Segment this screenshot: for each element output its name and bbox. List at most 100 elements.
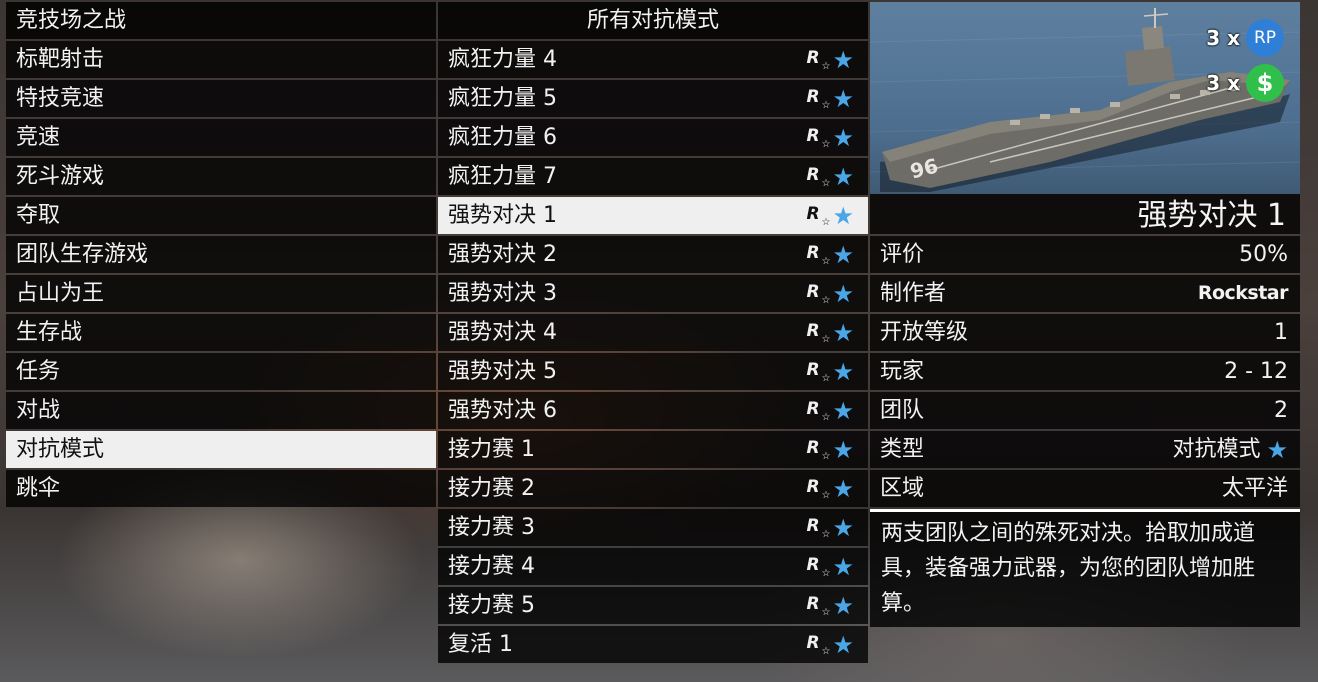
cash-bonus: 3 x $ [1206,64,1284,102]
category-item-team-survival[interactable]: 团队生存游戏 [6,236,436,273]
job-item-selected[interactable]: 强势对决 1 R ☆ ★ [438,197,868,234]
verified-star-icon: ★ [832,475,854,503]
dollar-icon: $ [1246,64,1284,102]
category-item-king-of-the-hill[interactable]: 占山为王 [6,275,436,312]
job-label: 疯狂力量 5 [448,86,557,111]
rockstar-created-icon: R ☆ [806,555,830,579]
job-item[interactable]: 接力赛 4 R ☆ ★ [438,548,868,585]
mini-star-icon: ☆ [821,295,831,306]
detail-value-wrap: 对抗模式 ★ [1172,431,1288,468]
job-icons: R ☆ ★ [806,360,854,384]
rockstar-created-icon: R ☆ [806,594,830,618]
mini-star-icon: ☆ [821,256,831,267]
detail-value: 2 [1274,398,1288,423]
category-item-race[interactable]: 竞速 [6,119,436,156]
job-icons: R ☆ ★ [806,321,854,345]
job-item[interactable]: 接力赛 3 R ☆ ★ [438,509,868,546]
rockstar-r-text: R [806,126,820,146]
detail-row-type: 类型 对抗模式 ★ [870,431,1300,468]
rp-icon: RP [1246,19,1284,57]
rockstar-r-text: R [806,282,820,302]
rockstar-r-text: R [806,477,820,497]
mini-star-icon: ☆ [821,217,831,228]
category-label: 生存战 [16,320,83,345]
rockstar-r-text: R [806,165,820,185]
mini-star-icon: ☆ [821,529,831,540]
category-item-stunt-race[interactable]: 特技竞速 [6,80,436,117]
category-item-adversary-mode[interactable]: 对抗模式 [6,431,436,468]
mini-star-icon: ☆ [821,334,831,345]
job-icons: R ☆ ★ [806,594,854,618]
job-label: 强势对决 4 [448,320,557,345]
category-item-deathmatch[interactable]: 死斗游戏 [6,158,436,195]
job-icons: R ☆ ★ [806,48,854,72]
rockstar-r-text: R [806,48,820,68]
job-item[interactable]: 疯狂力量 4 R ☆ ★ [438,41,868,78]
detail-row-creator: 制作者 Rockstar [870,275,1300,312]
job-icons: R ☆ ★ [806,516,854,540]
verified-star-icon: ★ [832,358,854,386]
job-label: 疯狂力量 6 [448,125,557,150]
category-item-survival[interactable]: 生存战 [6,314,436,351]
job-item[interactable]: 强势对决 4 R ☆ ★ [438,314,868,351]
job-item[interactable]: 疯狂力量 6 R ☆ ★ [438,119,868,156]
job-item[interactable]: 强势对决 5 R ☆ ★ [438,353,868,390]
job-icons: R ☆ ★ [806,438,854,462]
category-item-versus[interactable]: 对战 [6,392,436,429]
mini-star-icon: ☆ [821,61,831,72]
job-label: 接力赛 2 [448,476,535,501]
category-label: 竞速 [16,125,61,150]
mini-star-icon: ☆ [821,100,831,111]
category-label: 任务 [16,359,61,384]
job-label: 强势对决 2 [448,242,557,267]
verified-star-icon: ★ [1266,435,1288,464]
job-item[interactable]: 疯狂力量 5 R ☆ ★ [438,80,868,117]
category-item-arena-war[interactable]: 竞技场之战 [6,2,436,39]
detail-row-area: 区域 太平洋 [870,470,1300,507]
detail-value: 太平洋 [1221,476,1288,501]
mini-star-icon: ☆ [821,490,831,501]
verified-star-icon: ★ [832,436,854,464]
category-item-capture[interactable]: 夺取 [6,197,436,234]
job-item[interactable]: 强势对决 6 R ☆ ★ [438,392,868,429]
job-label: 复活 1 [448,632,513,657]
job-label: 强势对决 5 [448,359,557,384]
category-label: 对战 [16,398,61,423]
rockstar-r-text: R [806,321,820,341]
job-list-header: 所有对抗模式 [438,2,868,39]
category-item-parachuting[interactable]: 跳伞 [6,470,436,507]
rockstar-r-text: R [806,516,820,536]
rockstar-created-icon: R ☆ [806,360,830,384]
detail-key: 类型 [880,437,925,462]
detail-value: 对抗模式 [1172,437,1261,462]
job-icons: R ☆ ★ [806,282,854,306]
rockstar-created-icon: R ☆ [806,516,831,540]
mini-star-icon: ☆ [821,178,831,189]
job-item[interactable]: 疯狂力量 7 R ☆ ★ [438,158,868,195]
category-item-target-shooting[interactable]: 标靶射击 [6,41,436,78]
detail-key: 区域 [880,476,925,501]
job-icons: R ☆ ★ [806,243,854,267]
verified-star-icon: ★ [832,397,854,425]
mini-star-icon: ☆ [821,646,831,657]
category-item-mission[interactable]: 任务 [6,353,436,390]
job-item[interactable]: 强势对决 3 R ☆ ★ [438,275,868,312]
job-label: 强势对决 1 [448,203,557,228]
job-list-title: 所有对抗模式 [586,8,719,33]
job-item[interactable]: 接力赛 1 R ☆ ★ [438,431,868,468]
verified-star-icon: ★ [832,631,854,659]
job-icons: R ☆ ★ [806,477,854,501]
category-label: 团队生存游戏 [16,242,149,267]
job-item[interactable]: 强势对决 2 R ☆ ★ [438,236,868,273]
category-label: 夺取 [16,203,61,228]
detail-row-teams: 团队 2 [870,392,1300,429]
job-icons: R ☆ ★ [806,633,854,657]
job-item[interactable]: 接力赛 2 R ☆ ★ [438,470,868,507]
detail-key: 玩家 [880,359,925,384]
detail-key: 评价 [880,242,925,267]
job-item[interactable]: 接力赛 5 R ☆ ★ [438,587,868,624]
job-item[interactable]: 复活 1 R ☆ ★ [438,626,868,663]
verified-star-icon: ★ [832,280,854,308]
rockstar-r-text: R [806,360,820,380]
rockstar-r-text: R [806,594,820,614]
